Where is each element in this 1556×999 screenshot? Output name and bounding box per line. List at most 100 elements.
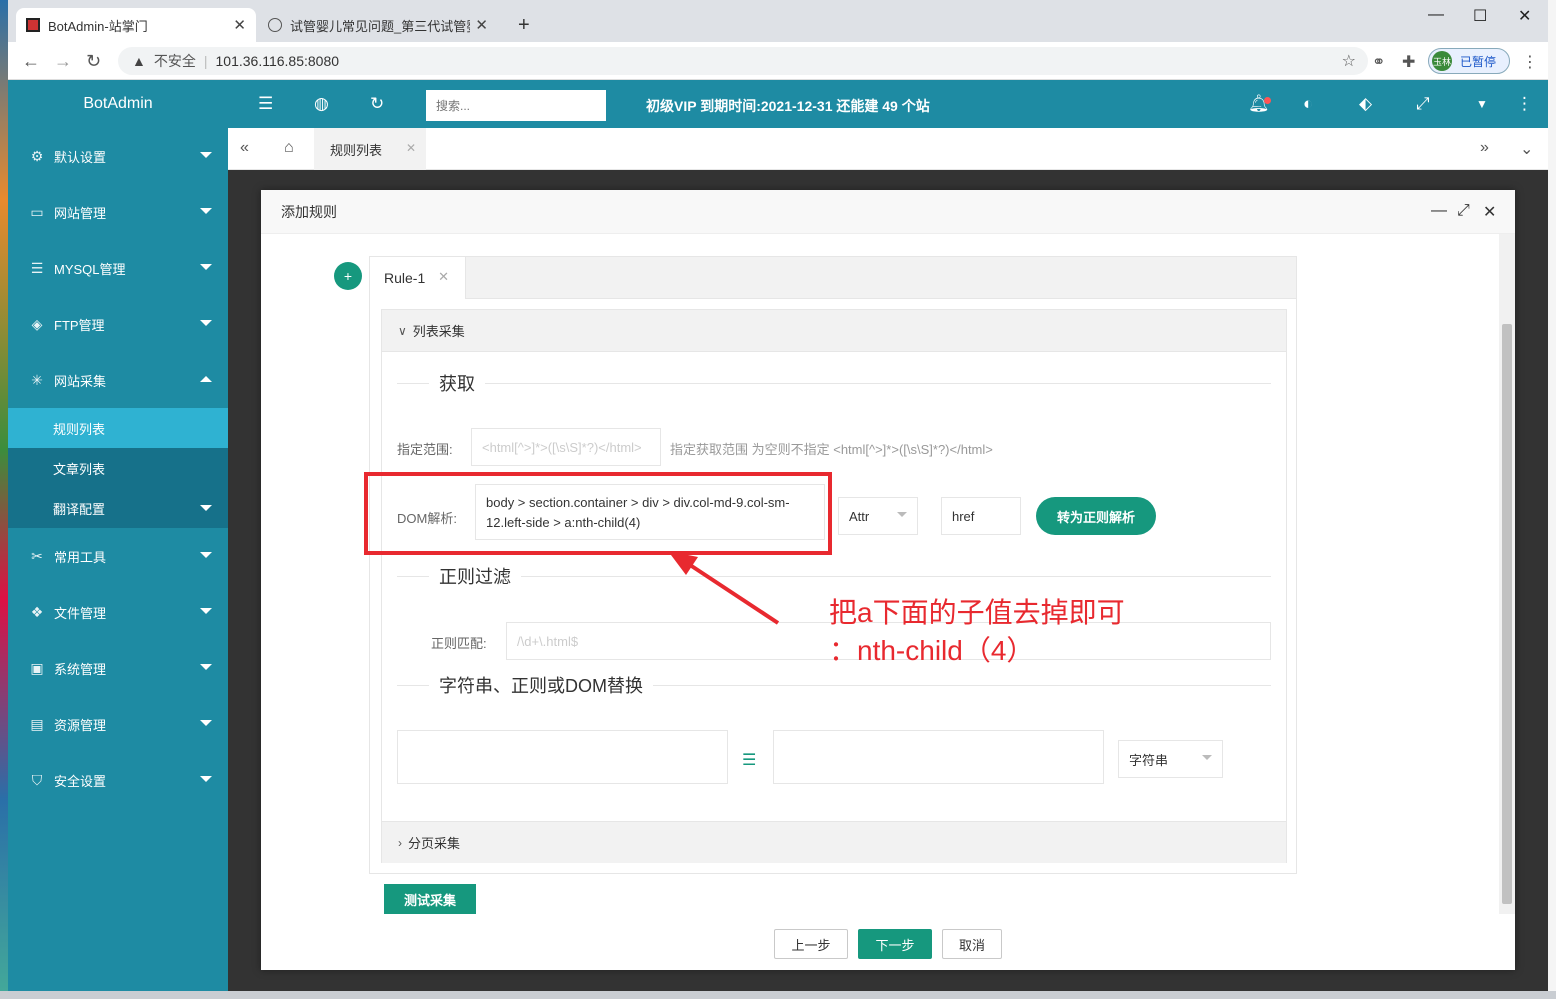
sidebar-item-files[interactable]: ❖ 文件管理 xyxy=(8,584,228,640)
minimize-icon[interactable]: — xyxy=(1431,202,1447,220)
close-tab-icon[interactable]: ✕ xyxy=(475,16,488,34)
browser-menu-icon[interactable]: ⋮ xyxy=(1522,52,1538,72)
test-collect-button[interactable]: 测试采集 xyxy=(384,884,476,914)
extensions-puzzle-icon[interactable]: ✚ xyxy=(1402,52,1415,72)
gear-icon: ⚙ xyxy=(30,147,44,164)
theme-palette-icon[interactable]: ◐ xyxy=(1303,94,1313,114)
page-collect-header[interactable]: › 分页采集 xyxy=(382,821,1286,863)
sidebar-item-label: 网站采集 xyxy=(54,373,107,389)
desktop-taskbar-edge xyxy=(0,991,1556,999)
close-tab-icon[interactable]: ✕ xyxy=(233,16,246,34)
sidebar-item-site-collect[interactable]: ✳ 网站采集 xyxy=(8,352,228,408)
tabs-scroll-right-icon[interactable]: » xyxy=(1480,139,1489,157)
menu-toggle-icon[interactable]: ☰ xyxy=(258,94,273,114)
system-icon: ▣ xyxy=(30,659,44,676)
bug-icon: ✳ xyxy=(31,371,43,388)
prev-step-button[interactable]: 上一步 xyxy=(774,929,848,959)
back-icon[interactable]: ← xyxy=(22,51,40,72)
section-label: 列表采集 xyxy=(412,324,465,339)
replace-from-textarea[interactable] xyxy=(397,730,728,784)
tab-rule-list[interactable]: 规则列表 ✕ xyxy=(314,128,426,170)
bookmark-star-icon[interactable]: ☆ xyxy=(1342,51,1356,71)
globe-icon[interactable]: ◍ xyxy=(314,94,329,114)
modal-scrollbar[interactable] xyxy=(1499,234,1515,914)
add-rule-modal: 添加规则 — ⤢ ✕ + Rule-1 ✕ ∨ 列表采集 获取 指定范围: <h… xyxy=(261,190,1515,970)
convert-to-regex-button[interactable]: 转为正则解析 xyxy=(1036,497,1156,535)
cancel-button[interactable]: 取消 xyxy=(942,929,1002,959)
close-window-icon[interactable]: ✕ xyxy=(1518,6,1531,26)
profile-button[interactable]: 玉林 已暂停 xyxy=(1428,48,1510,74)
sidebar-item-ftp[interactable]: ◈ FTP管理 xyxy=(8,296,228,352)
sidebar-item-resources[interactable]: ▤ 资源管理 xyxy=(8,696,228,752)
browser-tab[interactable]: 试管婴儿常见问题_第三代试管婴 ✕ xyxy=(258,8,498,42)
maximize-icon[interactable]: ⤢ xyxy=(1457,202,1470,220)
chevron-down-icon: ∨ xyxy=(398,323,407,338)
maximize-icon[interactable]: ☐ xyxy=(1473,6,1487,26)
desktop-edge-right xyxy=(1548,0,1556,999)
page-tab-label: 规则列表 xyxy=(330,142,383,158)
caret-down-icon xyxy=(200,608,212,614)
sidebar-item-mysql[interactable]: ☰ MYSQL管理 xyxy=(8,240,228,296)
sidebar-item-label: 常用工具 xyxy=(54,549,107,565)
attr-name-input[interactable]: href xyxy=(941,497,1021,535)
range-input[interactable]: <html[^>]*>([\s\S]*?)</html> xyxy=(471,428,661,466)
brand-logo: BotAdmin xyxy=(8,80,228,128)
sidebar: BotAdmin ⚙ 默认设置 ▭ 网站管理 ☰ MYSQL管理 ◈ FTP管理 ✳ 网站… xyxy=(8,80,228,991)
sidebar-item-default-settings[interactable]: ⚙ 默认设置 xyxy=(8,128,228,184)
add-rule-button[interactable]: + xyxy=(334,262,362,290)
attr-select[interactable]: Attr xyxy=(838,497,918,535)
sidebar-item-label: MYSQL管理 xyxy=(54,261,126,277)
caret-down-icon xyxy=(200,264,212,270)
resource-icon: ▤ xyxy=(30,715,44,732)
close-icon[interactable]: ✕ xyxy=(1483,202,1496,222)
close-icon[interactable]: ✕ xyxy=(438,269,449,285)
sidebar-item-label: 默认设置 xyxy=(54,149,107,165)
sidebar-item-label: 安全设置 xyxy=(54,773,107,789)
tag-icon[interactable]: ⬖ xyxy=(1359,94,1372,114)
fetch-legend: 获取 xyxy=(397,373,1271,394)
dropdown-caret-icon[interactable]: ▼ xyxy=(1476,97,1488,111)
forward-icon[interactable]: → xyxy=(54,51,72,72)
range-hint: 指定获取范围 为空则不指定 <html[^>]*>([\s\S]*?)</htm… xyxy=(670,442,993,457)
replace-type-select[interactable]: 字符串 xyxy=(1118,740,1223,778)
sidebar-item-system[interactable]: ▣ 系统管理 xyxy=(8,640,228,696)
sidebar-subitem-article-list[interactable]: 文章列表 xyxy=(8,448,228,488)
address-bar[interactable]: ▲ 不安全 | 101.36.116.85:8080 ☆ xyxy=(118,47,1368,75)
search-input[interactable] xyxy=(426,90,606,121)
browser-tab-active[interactable]: BotAdmin-站掌门 ✕ xyxy=(16,8,256,42)
browser-tab-title: 试管婴儿常见问题_第三代试管婴 xyxy=(290,18,470,34)
annotation-text: 把a下面的子值去掉即可 ：nth-child（4） xyxy=(829,594,1125,670)
sidebar-item-label: 系统管理 xyxy=(54,661,107,677)
new-tab-icon[interactable]: + xyxy=(518,14,530,37)
home-icon[interactable]: ⌂ xyxy=(284,139,294,157)
refresh-icon[interactable]: ↻ xyxy=(370,94,384,114)
rule-tabbar: Rule-1 ✕ xyxy=(370,257,1296,299)
sidebar-subitem-translate-config[interactable]: 翻译配置 xyxy=(8,488,228,528)
sidebar-subitem-label: 规则列表 xyxy=(53,421,106,437)
list-collect-header[interactable]: ∨ 列表采集 xyxy=(382,310,1286,352)
caret-down-icon xyxy=(200,152,212,158)
sidebar-item-tools[interactable]: ✂ 常用工具 xyxy=(8,528,228,584)
legend-text: 获取 xyxy=(439,374,475,394)
minimize-icon[interactable]: — xyxy=(1428,6,1444,24)
close-icon[interactable]: ✕ xyxy=(406,141,416,155)
reload-icon[interactable]: ↻ xyxy=(86,51,101,72)
more-vertical-icon[interactable]: ⋮ xyxy=(1516,94,1533,114)
annotation-arrow xyxy=(668,551,780,625)
sidebar-subitem-rule-list[interactable]: 规则列表 xyxy=(8,408,228,448)
chevron-down-icon[interactable]: ⌄ xyxy=(1520,139,1533,159)
sidebar-item-site-management[interactable]: ▭ 网站管理 xyxy=(8,184,228,240)
vip-notice: 初级VIP 到期时间:2021-12-31 还能建 49 个站 xyxy=(646,98,930,114)
extension-link-icon[interactable]: ⚭ xyxy=(1372,52,1385,72)
modal-title: 添加规则 xyxy=(281,203,337,220)
fullscreen-icon[interactable]: ⤢ xyxy=(1416,94,1430,114)
tab-rule-1[interactable]: Rule-1 ✕ xyxy=(370,257,466,299)
scrollbar-thumb[interactable] xyxy=(1502,324,1512,904)
caret-down-icon xyxy=(200,720,212,726)
replace-to-textarea[interactable] xyxy=(773,730,1104,784)
tabs-scroll-left-icon[interactable]: « xyxy=(240,139,249,157)
ftp-icon: ◈ xyxy=(31,315,43,332)
sidebar-item-security[interactable]: ⛉ 安全设置 xyxy=(8,752,228,808)
next-step-button[interactable]: 下一步 xyxy=(858,929,932,959)
select-value: Attr xyxy=(849,508,870,524)
